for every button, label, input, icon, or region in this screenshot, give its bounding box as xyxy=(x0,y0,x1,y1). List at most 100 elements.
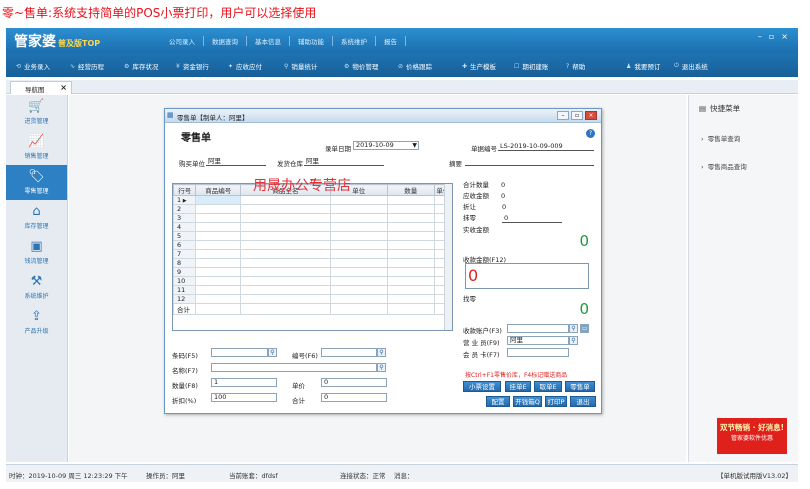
toolbar-refresh-button[interactable]: ⟲ 业务录入 xyxy=(16,61,50,72)
grid-header-cell[interactable]: 数量 xyxy=(386,184,435,196)
grid-cell[interactable] xyxy=(195,213,242,223)
grid-cell[interactable] xyxy=(329,249,388,259)
sidebar-item-tag[interactable]: 🏷 零售管理 xyxy=(6,165,67,200)
barcode-input[interactable] xyxy=(211,348,268,357)
round-off-field[interactable]: 0 xyxy=(502,214,562,223)
grid-cell[interactable] xyxy=(195,267,242,277)
grid-cell[interactable] xyxy=(240,267,331,277)
grid-cell[interactable] xyxy=(329,222,388,232)
account-input[interactable] xyxy=(507,324,569,333)
button-retail-order[interactable]: 零售单 xyxy=(565,381,595,392)
close-icon[interactable]: × xyxy=(585,111,597,120)
grid-cell[interactable] xyxy=(240,222,331,232)
received-amount-input[interactable]: 0 xyxy=(465,263,589,289)
grid-cell[interactable] xyxy=(329,285,388,295)
table-row[interactable]: 4 xyxy=(173,222,452,232)
table-row[interactable]: 10 xyxy=(173,276,452,286)
quick-link-retail-goods-query[interactable]: › 零售商品查询 xyxy=(701,161,747,171)
button-exit[interactable]: 退出 xyxy=(570,396,596,407)
table-row[interactable]: 9 xyxy=(173,267,452,277)
grid-cell[interactable] xyxy=(195,285,242,295)
minimize-icon[interactable]: – xyxy=(557,111,569,120)
table-row[interactable]: 8 xyxy=(173,258,452,268)
grid-cell[interactable] xyxy=(195,294,242,304)
table-row[interactable]: 11 xyxy=(173,285,452,295)
top-menu-item[interactable]: 数据查询 xyxy=(204,36,247,46)
toolbar-money-button[interactable]: ¥ 资金银行 xyxy=(176,61,209,72)
grid-cell[interactable] xyxy=(329,204,388,214)
grid-cell[interactable] xyxy=(386,267,435,277)
toolbar-produce-button[interactable]: ✚ 生产模板 xyxy=(462,61,496,72)
goods-grid[interactable]: 行号 商品编号 商品全名 单位 数量 单价 1 ▶ 2 3 4 5 6 7 8 9 10 11 12 合计 xyxy=(172,183,453,331)
grid-cell[interactable] xyxy=(386,222,435,232)
grid-cell[interactable] xyxy=(386,249,435,259)
close-icon[interactable]: × xyxy=(781,32,788,41)
sidebar-item-home[interactable]: ⌂ 库存管理 xyxy=(6,200,67,235)
minimize-icon[interactable]: – xyxy=(758,32,762,41)
edit-icon[interactable]: ▭ xyxy=(580,324,589,333)
grid-header-cell[interactable]: 商品编号 xyxy=(195,184,242,196)
grid-cell[interactable] xyxy=(329,213,388,223)
grid-cell[interactable] xyxy=(329,267,388,277)
toolbar-settings-button[interactable]: ⚙ 物价管理 xyxy=(344,61,378,72)
button-hold-order[interactable]: 挂单E xyxy=(505,381,531,392)
grid-cell[interactable] xyxy=(195,222,242,232)
table-row[interactable]: 2 xyxy=(173,204,452,214)
toolbar-doc-button[interactable]: ☐ 期初建账 xyxy=(514,61,548,72)
grid-cell[interactable] xyxy=(386,231,435,241)
grid-cell[interactable] xyxy=(195,231,242,241)
grid-cell[interactable] xyxy=(386,276,435,286)
date-field[interactable]: 2019-10-09 ▼ xyxy=(353,141,419,150)
billno-field[interactable]: LS-2019-10-09-009 xyxy=(498,142,594,151)
sidebar-item-cash[interactable]: ▣ 钱流管理 xyxy=(6,235,67,270)
grid-cell[interactable] xyxy=(195,258,242,268)
grid-cell[interactable] xyxy=(329,231,388,241)
chevron-down-icon[interactable]: ▼ xyxy=(412,142,417,149)
grid-cell[interactable] xyxy=(329,294,388,304)
grid-cell[interactable] xyxy=(240,294,331,304)
maximize-icon[interactable]: ▫ xyxy=(769,32,774,41)
toolbar-chart-button[interactable]: ∿ 经营历程 xyxy=(70,61,104,72)
top-menu-item[interactable]: 辅助功能 xyxy=(290,36,333,46)
sidebar-item-trend[interactable]: 📈 销售管理 xyxy=(6,130,67,165)
table-row[interactable]: 5 xyxy=(173,231,452,241)
grid-cell[interactable] xyxy=(386,195,435,205)
table-row[interactable]: 6 xyxy=(173,240,452,250)
grid-cell[interactable] xyxy=(240,276,331,286)
toolbar-user-button[interactable]: ♟ 我要预订 xyxy=(626,61,660,72)
button-receipt-settings[interactable]: 小票设置 xyxy=(463,381,501,392)
grid-cell[interactable] xyxy=(329,276,388,286)
grid-cell[interactable] xyxy=(240,213,331,223)
top-menu-item[interactable]: 公司录入 xyxy=(161,36,204,46)
grid-cell[interactable] xyxy=(386,240,435,250)
line-total-input[interactable]: 0 xyxy=(321,393,387,402)
sidebar-item-tools[interactable]: ⚒ 系统维护 xyxy=(6,270,67,305)
discount-pct-input[interactable]: 100 xyxy=(211,393,277,402)
grid-cell[interactable] xyxy=(195,240,242,250)
promo-banner[interactable]: 双节畅销 · 好消息! 管家婆软件优惠 xyxy=(717,418,787,454)
toolbar-gear-button[interactable]: ⚙ 库存状况 xyxy=(124,61,158,72)
grid-cell[interactable] xyxy=(386,258,435,268)
toolbar-power-button[interactable]: ⏻ 退出系统 xyxy=(674,61,708,71)
close-icon[interactable]: × xyxy=(60,83,67,92)
toolbar-due-button[interactable]: ✦ 应收应付 xyxy=(228,61,262,72)
salesman-input[interactable]: 阿里 xyxy=(507,336,569,345)
table-row[interactable]: 7 xyxy=(173,249,452,259)
toolbar-search-button[interactable]: ⚲ 销量统计 xyxy=(284,61,317,72)
grid-cell[interactable] xyxy=(195,276,242,286)
grid-scrollbar[interactable] xyxy=(444,184,452,330)
price-input[interactable]: 0 xyxy=(321,378,387,387)
button-print[interactable]: 打印P xyxy=(545,396,567,407)
button-fetch-order[interactable]: 取单E xyxy=(534,381,562,392)
grid-cell[interactable] xyxy=(240,195,331,205)
grid-cell[interactable] xyxy=(240,231,331,241)
grid-cell[interactable] xyxy=(240,240,331,250)
sidebar-item-upgrade[interactable]: ⇪ 产品升级 xyxy=(6,305,67,340)
grid-cell[interactable] xyxy=(240,285,331,295)
qty-input[interactable]: 1 xyxy=(211,378,277,387)
button-open-cash-drawer[interactable]: 开钱箱Q xyxy=(513,396,542,407)
grid-cell[interactable] xyxy=(240,258,331,268)
top-menu-item[interactable]: 系统维护 xyxy=(333,36,376,46)
member-card-input[interactable] xyxy=(507,348,569,357)
quick-link-retail-query[interactable]: › 零售单查询 xyxy=(701,133,740,143)
